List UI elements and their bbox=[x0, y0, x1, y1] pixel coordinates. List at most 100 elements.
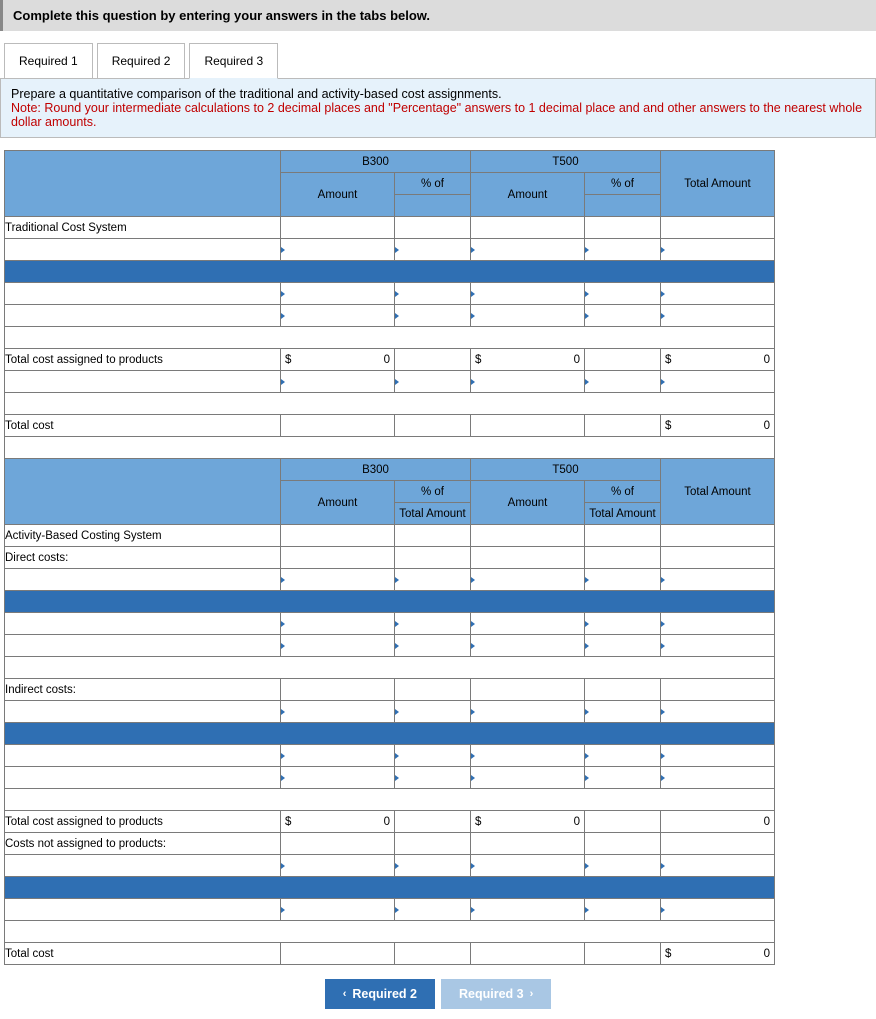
cell[interactable] bbox=[281, 547, 395, 569]
cell[interactable] bbox=[661, 569, 775, 591]
cell[interactable] bbox=[585, 349, 661, 371]
input-row[interactable] bbox=[5, 899, 281, 921]
cell[interactable] bbox=[585, 217, 661, 239]
cell[interactable] bbox=[585, 415, 661, 437]
prev-button[interactable]: ‹ Required 2 bbox=[325, 979, 435, 1009]
cell[interactable] bbox=[661, 635, 775, 657]
cell[interactable] bbox=[281, 239, 395, 261]
input-row[interactable] bbox=[5, 613, 281, 635]
cell[interactable] bbox=[281, 943, 395, 965]
cell[interactable] bbox=[471, 899, 585, 921]
cell[interactable] bbox=[585, 855, 661, 877]
cell[interactable] bbox=[395, 239, 471, 261]
input-row[interactable] bbox=[5, 855, 281, 877]
input-row[interactable] bbox=[5, 305, 281, 327]
cell[interactable] bbox=[471, 217, 585, 239]
cell[interactable] bbox=[661, 547, 775, 569]
cell[interactable] bbox=[661, 701, 775, 723]
cell[interactable] bbox=[395, 349, 471, 371]
input-row[interactable] bbox=[5, 239, 281, 261]
cell[interactable] bbox=[471, 371, 585, 393]
cell[interactable] bbox=[395, 305, 471, 327]
cell[interactable] bbox=[585, 525, 661, 547]
cell[interactable] bbox=[471, 569, 585, 591]
cell[interactable] bbox=[281, 899, 395, 921]
cell[interactable] bbox=[585, 833, 661, 855]
input-row[interactable] bbox=[5, 635, 281, 657]
cell[interactable] bbox=[471, 855, 585, 877]
cell[interactable] bbox=[661, 305, 775, 327]
cell[interactable] bbox=[395, 547, 471, 569]
cell[interactable] bbox=[281, 305, 395, 327]
cell[interactable] bbox=[395, 745, 471, 767]
cell[interactable] bbox=[395, 283, 471, 305]
cell[interactable] bbox=[585, 745, 661, 767]
cell[interactable] bbox=[585, 767, 661, 789]
cell[interactable] bbox=[471, 833, 585, 855]
cell[interactable] bbox=[395, 767, 471, 789]
cell[interactable] bbox=[661, 283, 775, 305]
cell[interactable] bbox=[661, 217, 775, 239]
cell[interactable] bbox=[395, 701, 471, 723]
cell[interactable] bbox=[471, 305, 585, 327]
cell[interactable] bbox=[585, 239, 661, 261]
cell[interactable] bbox=[395, 855, 471, 877]
cell[interactable] bbox=[395, 811, 471, 833]
cell[interactable] bbox=[395, 525, 471, 547]
cell[interactable] bbox=[585, 613, 661, 635]
cell[interactable] bbox=[281, 679, 395, 701]
cell[interactable] bbox=[471, 239, 585, 261]
input-row[interactable] bbox=[5, 767, 281, 789]
cell[interactable] bbox=[281, 525, 395, 547]
input-row[interactable] bbox=[5, 569, 281, 591]
cell[interactable] bbox=[281, 635, 395, 657]
cell[interactable] bbox=[471, 547, 585, 569]
cell[interactable] bbox=[661, 855, 775, 877]
input-row[interactable] bbox=[5, 701, 281, 723]
cell[interactable] bbox=[281, 745, 395, 767]
cell[interactable] bbox=[281, 217, 395, 239]
cell[interactable] bbox=[585, 569, 661, 591]
cell[interactable] bbox=[585, 679, 661, 701]
cell[interactable] bbox=[471, 767, 585, 789]
cell[interactable] bbox=[281, 415, 395, 437]
cell[interactable] bbox=[281, 767, 395, 789]
cell[interactable] bbox=[471, 613, 585, 635]
cell[interactable] bbox=[281, 613, 395, 635]
cell[interactable] bbox=[395, 679, 471, 701]
cell[interactable] bbox=[585, 811, 661, 833]
cell[interactable] bbox=[471, 283, 585, 305]
cell[interactable] bbox=[471, 635, 585, 657]
tab-required-3[interactable]: Required 3 bbox=[189, 43, 278, 79]
cell[interactable] bbox=[585, 635, 661, 657]
tab-required-1[interactable]: Required 1 bbox=[4, 43, 93, 79]
cell[interactable] bbox=[395, 569, 471, 591]
cell[interactable] bbox=[471, 943, 585, 965]
cell[interactable] bbox=[585, 305, 661, 327]
cell[interactable] bbox=[471, 415, 585, 437]
cell[interactable] bbox=[395, 899, 471, 921]
cell[interactable] bbox=[585, 943, 661, 965]
cell[interactable] bbox=[471, 525, 585, 547]
cell[interactable] bbox=[281, 569, 395, 591]
cell[interactable] bbox=[471, 679, 585, 701]
cell[interactable] bbox=[585, 547, 661, 569]
cell[interactable] bbox=[395, 415, 471, 437]
cell[interactable] bbox=[585, 701, 661, 723]
input-row[interactable] bbox=[5, 283, 281, 305]
cell[interactable] bbox=[661, 613, 775, 635]
cell[interactable] bbox=[395, 943, 471, 965]
cell[interactable] bbox=[661, 525, 775, 547]
next-button[interactable]: Required 3 › bbox=[441, 979, 551, 1009]
cell[interactable] bbox=[281, 371, 395, 393]
cell[interactable] bbox=[471, 745, 585, 767]
cell[interactable] bbox=[281, 283, 395, 305]
cell[interactable] bbox=[661, 679, 775, 701]
cell[interactable] bbox=[395, 613, 471, 635]
input-row[interactable] bbox=[5, 745, 281, 767]
cell[interactable] bbox=[585, 371, 661, 393]
cell[interactable] bbox=[661, 767, 775, 789]
cell[interactable] bbox=[281, 833, 395, 855]
cell[interactable] bbox=[395, 833, 471, 855]
cell[interactable] bbox=[661, 745, 775, 767]
